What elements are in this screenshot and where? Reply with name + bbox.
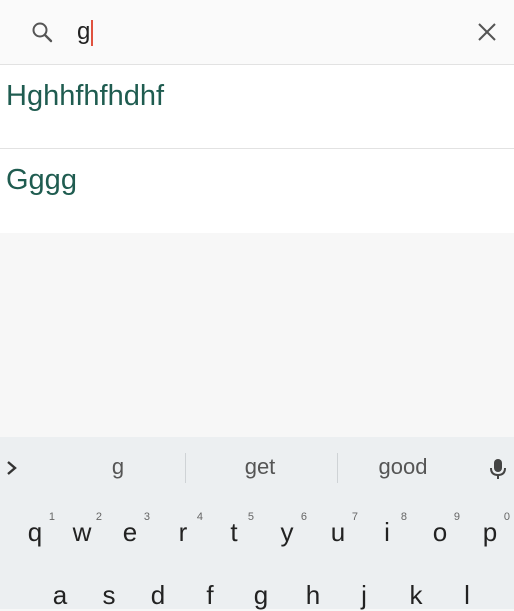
list-item[interactable]: Gggg: [0, 149, 514, 233]
search-icon: [32, 22, 53, 43]
key-h[interactable]: h: [293, 580, 333, 611]
close-icon[interactable]: [475, 20, 499, 44]
suggestion-get[interactable]: get: [210, 454, 310, 480]
key-y[interactable]: y6: [267, 511, 308, 548]
key-g[interactable]: g: [241, 580, 281, 611]
suggestion-divider: [185, 453, 186, 483]
key-j[interactable]: j: [344, 580, 384, 611]
key-p[interactable]: p0: [470, 511, 510, 548]
results-list: Hghhfhfhdhf Gggg: [0, 65, 514, 233]
key-o[interactable]: o9: [420, 511, 460, 548]
key-q[interactable]: q1: [15, 511, 55, 548]
key-r[interactable]: r4: [163, 511, 203, 548]
key-w[interactable]: w2: [62, 511, 102, 548]
key-e[interactable]: e3: [110, 511, 150, 548]
key-l[interactable]: l: [447, 580, 487, 611]
mic-icon[interactable]: [486, 453, 510, 483]
key-k[interactable]: k: [396, 580, 436, 611]
suggestion-good[interactable]: good: [353, 454, 453, 480]
search-bar: g: [0, 0, 514, 65]
search-query-text: g: [77, 18, 91, 45]
key-d[interactable]: d: [138, 580, 178, 611]
soft-keyboard: g get good q1 w2 e3 r4 t5 y6 u7 i8 o9 p0…: [0, 437, 514, 611]
text-caret: [91, 19, 94, 46]
key-f[interactable]: f: [190, 580, 230, 611]
chevron-right-icon[interactable]: [0, 453, 24, 483]
list-item-label: Gggg: [6, 164, 77, 196]
list-item[interactable]: Hghhfhfhdhf: [0, 65, 514, 149]
key-i[interactable]: i8: [367, 511, 407, 548]
key-a[interactable]: a: [40, 580, 80, 611]
key-t[interactable]: t5: [214, 511, 254, 548]
suggestion-g[interactable]: g: [68, 454, 168, 480]
list-item-label: Hghhfhfhdhf: [6, 80, 165, 112]
key-s[interactable]: s: [89, 580, 129, 611]
suggestion-strip: g get good: [0, 437, 514, 497]
suggestion-divider: [337, 453, 338, 483]
search-input[interactable]: g: [77, 18, 94, 46]
key-u[interactable]: u7: [318, 511, 358, 548]
